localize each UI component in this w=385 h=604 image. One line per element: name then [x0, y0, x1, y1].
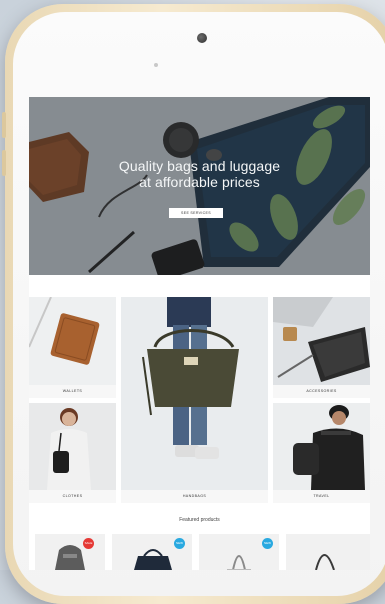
sale-badge: SALE: [83, 538, 94, 549]
category-wallets[interactable]: WALLETS: [29, 297, 116, 398]
hero-banner: Quality bags and luggage at affordable p…: [29, 97, 370, 275]
clothes-image: [29, 403, 116, 490]
new-badge: NEW: [174, 538, 185, 549]
category-clothes[interactable]: CLOTHES: [29, 403, 116, 503]
featured-products-title: Featured products: [179, 517, 220, 523]
category-label: CLOTHES: [29, 490, 116, 503]
category-label: WALLETS: [29, 385, 116, 398]
category-label: ACCESSORIES: [273, 385, 370, 398]
accessories-image: [273, 297, 370, 385]
new-badge: NEW: [262, 538, 273, 549]
volume-up-button: [2, 112, 6, 138]
product-card[interactable]: NEW: [199, 534, 279, 570]
product-image: [315, 554, 335, 570]
handbags-image: [121, 297, 268, 490]
category-label: HANDBAGS: [121, 490, 268, 503]
category-accessories[interactable]: ACCESSORIES: [273, 297, 370, 398]
proximity-sensor: [154, 63, 158, 67]
phone-screen: Quality bags and luggage at affordable p…: [29, 97, 370, 570]
category-label: TRAVEL: [273, 490, 370, 503]
hero-title: Quality bags and luggage at affordable p…: [29, 158, 370, 190]
hero-title-line2: at affordable prices: [139, 174, 260, 190]
travel-image: [273, 403, 370, 490]
wallets-image: [29, 297, 116, 385]
product-card[interactable]: [286, 534, 370, 570]
see-services-button[interactable]: SEE SERVICES: [169, 208, 223, 218]
volume-down-button: [2, 150, 6, 176]
front-camera: [197, 33, 207, 43]
product-image: [55, 545, 85, 570]
hero-title-line1: Quality bags and luggage: [118, 158, 281, 174]
product-card[interactable]: SALE: [35, 534, 105, 570]
product-card[interactable]: NEW: [112, 534, 192, 570]
category-travel[interactable]: TRAVEL: [273, 403, 370, 503]
category-handbags[interactable]: HANDBAGS: [121, 297, 268, 503]
